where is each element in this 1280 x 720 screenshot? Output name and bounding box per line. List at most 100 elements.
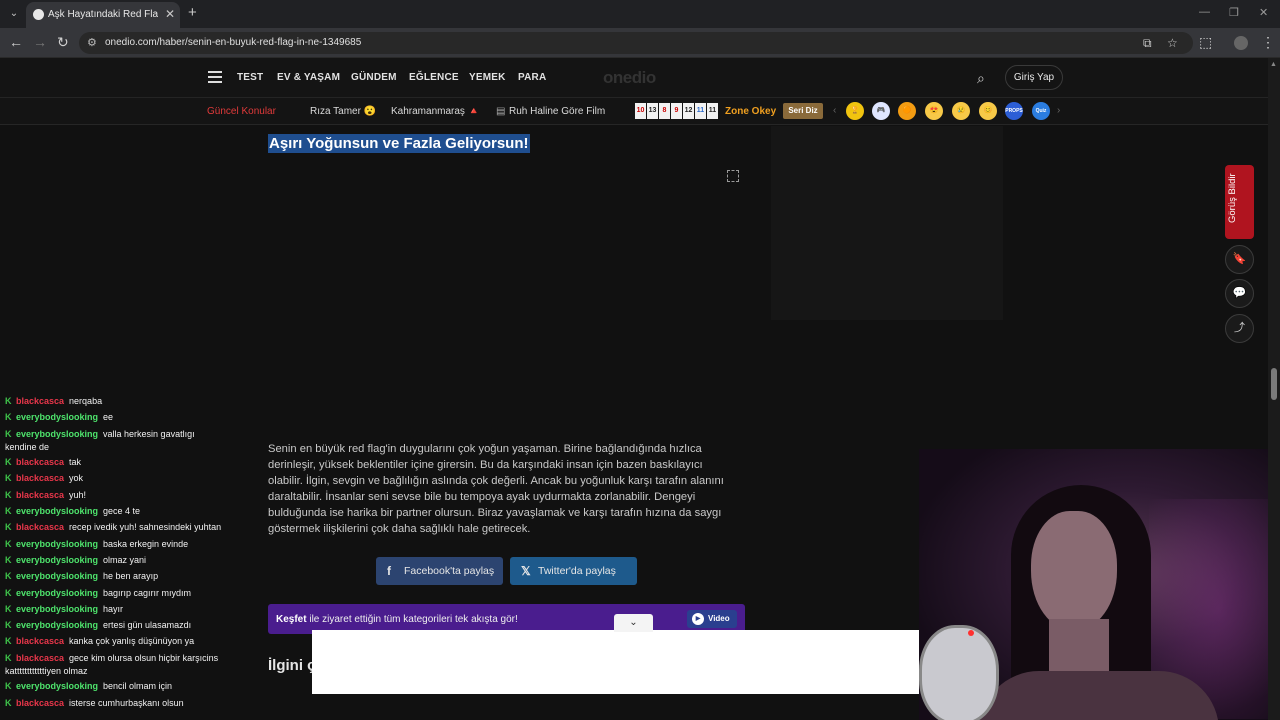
cam-person-face xyxy=(1031,511,1117,631)
feedback-button[interactable]: Görüş Bildir xyxy=(1225,165,1254,239)
chat-username: everybodyslooking xyxy=(16,603,99,614)
chat-text-continued: kattttttttttttiyen olmaz xyxy=(5,665,88,676)
topic-riza-tamer[interactable]: Rıza Tamer 😮 xyxy=(310,106,376,117)
chat-username: everybodyslooking xyxy=(16,554,99,565)
orange-game-icon[interactable]: 🟠 xyxy=(898,102,916,120)
crying-emoji-icon[interactable]: 😢 xyxy=(952,102,970,120)
site-logo[interactable]: onedio xyxy=(603,68,656,88)
chevron-right-icon[interactable]: › xyxy=(1057,105,1060,116)
chat-badge-icon: K xyxy=(5,554,12,565)
share-icon[interactable]: ⤴ xyxy=(1225,314,1254,343)
chat-message: Keverybodyslooking gece 4 te xyxy=(5,505,140,518)
trophy-game-icon[interactable]: 🏆 xyxy=(846,102,864,120)
related-heading: İlgini ç xyxy=(268,657,316,674)
mic-led xyxy=(968,630,974,636)
topic-ruh-haline-gore-film[interactable]: Ruh Haline Göre Film xyxy=(509,106,605,117)
bottom-ad-banner xyxy=(312,630,919,694)
site-info-icon[interactable]: ⚙ xyxy=(87,36,97,49)
heart-eyes-emoji-icon[interactable]: 😍 xyxy=(925,102,943,120)
scroll-up-icon[interactable]: ▲ xyxy=(1270,61,1277,68)
chat-badge-icon: K xyxy=(5,681,12,692)
onedio-favicon-icon xyxy=(33,9,44,20)
discover-video-button[interactable]: ▶ Video xyxy=(687,610,737,628)
chat-message: Kblackcasca nerqaba xyxy=(5,396,102,408)
nav-gundem[interactable]: GÜNDEM xyxy=(351,72,397,83)
chat-text-continued: kendine de xyxy=(5,441,50,452)
seri-diz-button[interactable]: Seri Diz xyxy=(783,103,823,119)
share-facebook-button[interactable]: f Facebook'ta paylaş xyxy=(376,557,503,585)
discover-text: Keşfet ile ziyaret ettiğin tüm kategoril… xyxy=(276,614,518,625)
back-arrow-icon[interactable]: ← xyxy=(9,34,23,50)
tab-list-chevron-icon[interactable]: ⌄ xyxy=(5,5,23,23)
nav-eglence[interactable]: EĞLENCE xyxy=(409,72,459,83)
chat-badge-icon: K xyxy=(5,587,12,598)
url-text[interactable]: onedio.com/haber/senin-en-buyuk-red-flag… xyxy=(105,37,361,48)
share-twitter-button[interactable]: 𝕏 Twitter'da paylaş xyxy=(510,557,637,585)
chat-message: Keverybodyslooking he ben arayıp xyxy=(5,570,158,583)
scrollbar-thumb[interactable] xyxy=(1271,368,1277,400)
forward-arrow-icon[interactable]: → xyxy=(33,34,47,50)
props-icon[interactable]: PROPS xyxy=(1005,102,1023,120)
nav-yemek[interactable]: YEMEK xyxy=(469,72,506,83)
chat-text: tak xyxy=(69,457,82,468)
article-section-title: Aşırı Yoğunsun ve Fazla Geliyorsun! xyxy=(268,134,530,153)
number-tile: 13 xyxy=(647,103,658,119)
bookmark-add-icon[interactable]: 🔖 xyxy=(1225,245,1254,274)
article-body-text: Senin en büyük red flag'in duygularını ç… xyxy=(268,443,724,535)
browser-tab-bar: ⌄ Aşk Hayatındaki Red Flag'ini Sö ✕ + — … xyxy=(0,0,1280,28)
profile-avatar-icon[interactable] xyxy=(1234,36,1248,50)
chat-username: everybodyslooking xyxy=(16,412,99,423)
chat-username: blackcasca xyxy=(16,652,65,663)
extensions-icon[interactable]: ⬚ xyxy=(1199,34,1212,51)
tab-close-icon[interactable]: ✕ xyxy=(165,7,175,21)
topics-title[interactable]: Güncel Konular xyxy=(207,106,276,117)
chat-message: Kblackcasca tak xyxy=(5,456,81,469)
minimize-icon[interactable]: — xyxy=(1199,6,1210,18)
chat-badge-icon: K xyxy=(5,697,12,708)
chat-text: kanka çok yanlış düşünüyon ya xyxy=(69,636,195,647)
x-twitter-icon: 𝕏 xyxy=(521,564,531,578)
chat-text: ee xyxy=(103,412,114,423)
collapse-ad-chevron-icon[interactable]: ⌄ xyxy=(614,614,653,632)
comments-icon[interactable]: 💬 xyxy=(1225,279,1254,308)
cam-person-shoulder xyxy=(979,671,1219,720)
reload-icon[interactable]: ↻ xyxy=(57,34,69,51)
number-tiles-game[interactable]: 10 13 8 9 12 11 11 xyxy=(635,103,718,119)
chat-message: Keverybodyslooking ee xyxy=(5,411,113,424)
hamburger-menu-icon[interactable] xyxy=(208,71,222,83)
search-icon[interactable]: ⌕ xyxy=(977,70,985,87)
fullscreen-expand-icon[interactable] xyxy=(727,170,739,182)
quiz-icon[interactable]: Quiz xyxy=(1032,102,1050,120)
nav-para[interactable]: PARA xyxy=(518,72,546,83)
number-tile: 12 xyxy=(683,103,694,119)
new-tab-button[interactable]: + xyxy=(188,4,197,21)
chat-text: yok xyxy=(69,473,84,484)
window-close-icon[interactable]: ✕ xyxy=(1259,6,1268,19)
topic-kahramanmaras[interactable]: Kahramanmaraş 🔺 xyxy=(391,106,480,117)
smiling-emoji-icon[interactable]: 😊 xyxy=(979,102,997,120)
login-button[interactable]: Giriş Yap xyxy=(1005,65,1063,90)
chat-message: Kblackcasca yok xyxy=(5,472,83,485)
gamepad-game-icon[interactable]: 🎮 xyxy=(872,102,890,120)
nav-ev-yasam[interactable]: EV & YAŞAM xyxy=(277,72,340,83)
page-scrollbar[interactable]: ▲ xyxy=(1268,58,1280,720)
browser-tab[interactable]: Aşk Hayatındaki Red Flag'ini Sö ✕ xyxy=(26,2,180,28)
chat-text: olmaz yani xyxy=(103,554,147,565)
chat-badge-icon: K xyxy=(5,571,12,582)
number-tile: 11 xyxy=(707,103,718,119)
share-facebook-label: Facebook'ta paylaş xyxy=(404,565,495,577)
restore-icon[interactable]: ❐ xyxy=(1229,6,1239,19)
browser-menu-icon[interactable]: ⋮ xyxy=(1261,34,1275,51)
chat-badge-icon: K xyxy=(5,506,12,516)
install-app-icon[interactable]: ⧉ xyxy=(1143,36,1152,51)
chat-badge-icon: K xyxy=(5,522,12,533)
chat-message: Keverybodyslooking ertesi gün ulasamazdı xyxy=(5,619,191,632)
zone-okey-link[interactable]: Zone Okey xyxy=(725,106,776,117)
nav-test[interactable]: TEST xyxy=(237,72,263,83)
address-bar[interactable]: ⚙ onedio.com/haber/senin-en-buyuk-red-fl… xyxy=(79,32,1193,54)
bookmark-star-icon[interactable]: ☆ xyxy=(1167,36,1178,50)
chat-message: Keverybodyslooking hayır xyxy=(5,603,123,616)
chevron-left-icon[interactable]: ‹ xyxy=(833,105,836,116)
site-header: TEST EV & YAŞAM GÜNDEM EĞLENCE YEMEK PAR… xyxy=(0,58,1268,98)
chat-text: bencil olmam için xyxy=(103,681,173,692)
